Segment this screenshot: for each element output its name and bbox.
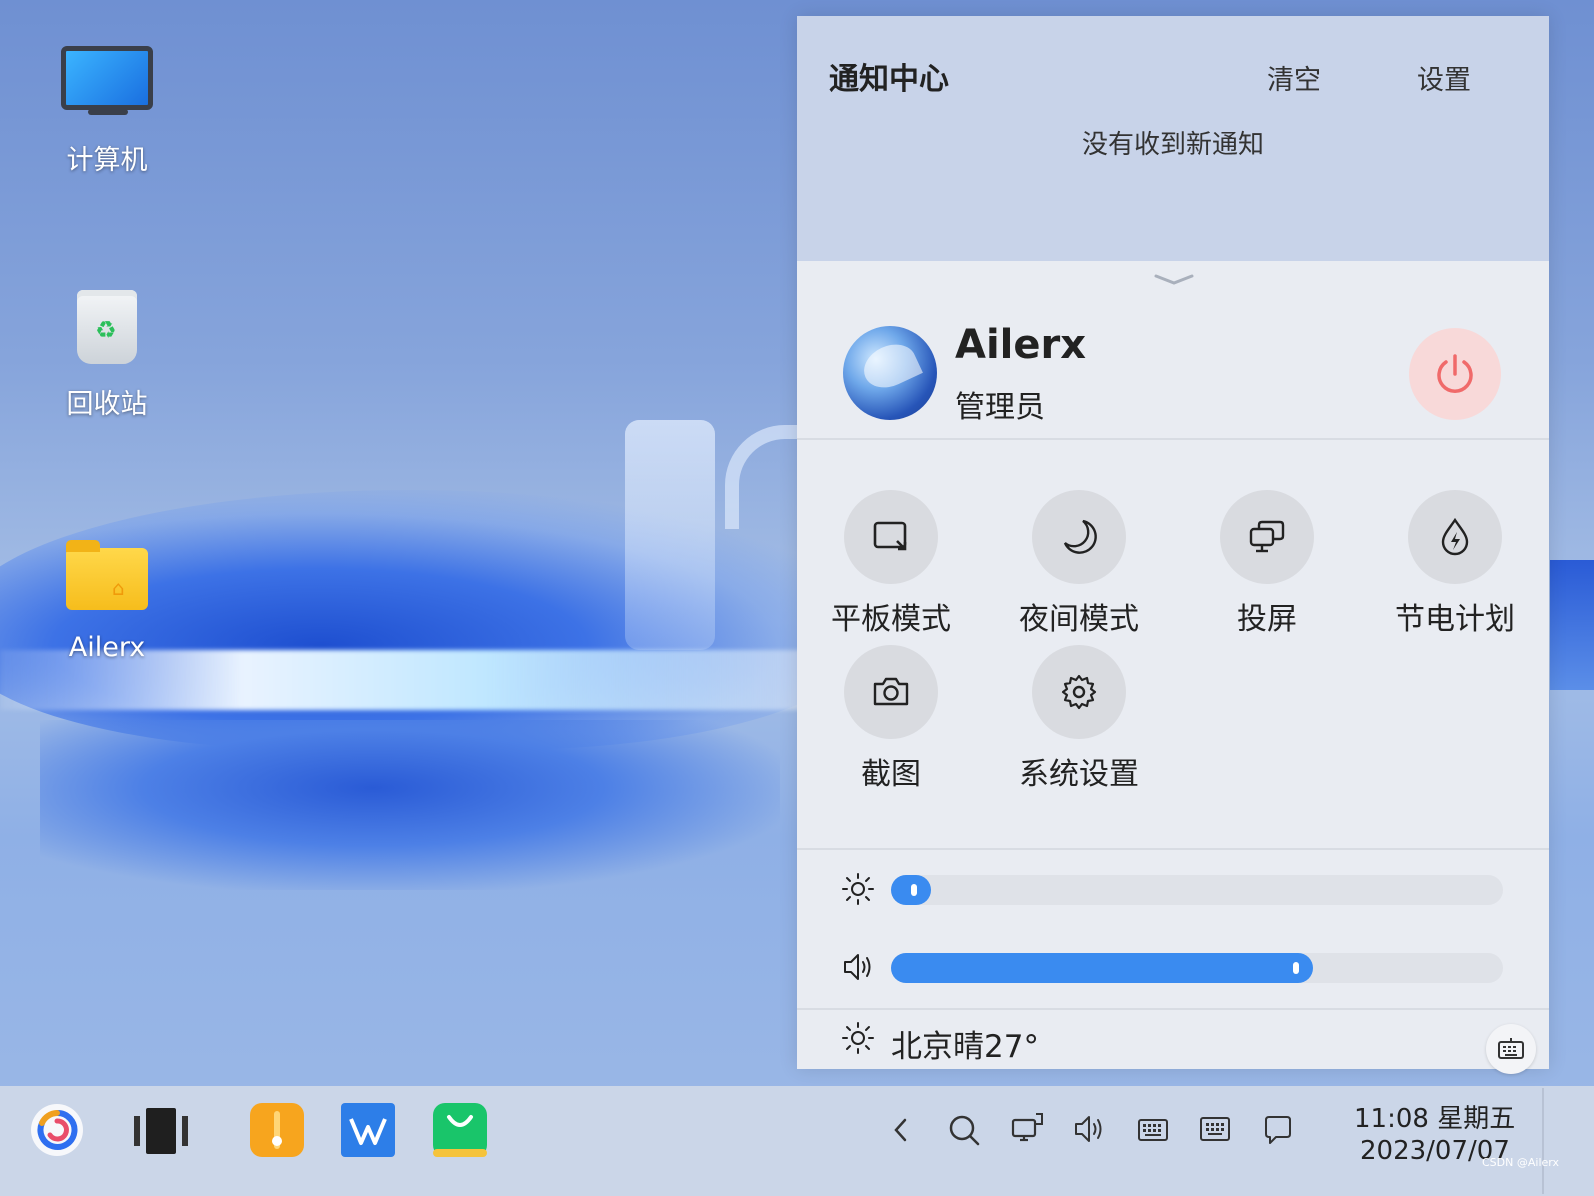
volume-slider[interactable]	[891, 953, 1503, 983]
weather-text: 北京晴27°	[891, 1029, 1039, 1065]
search-icon[interactable]	[946, 1112, 982, 1148]
desktop-icon-label: 计算机	[66, 145, 148, 176]
keyboard-icon	[1498, 1038, 1524, 1059]
tile-label: 平板模式	[831, 602, 951, 637]
quick-settings-grid: 平板模式 夜间模式 投屏 节电计划 截图 系统设置	[797, 456, 1549, 846]
tile-button[interactable]	[1408, 490, 1502, 584]
wallpaper-glass-shape	[625, 420, 715, 650]
avatar[interactable]	[843, 326, 937, 420]
power-button[interactable]	[1409, 328, 1501, 420]
slider-section	[797, 848, 1549, 1010]
desktop-icon-home-folder[interactable]: ⌂ Ailerx	[47, 540, 167, 663]
brightness-slider-handle[interactable]	[911, 884, 917, 896]
taskbar-app-store[interactable]	[433, 1103, 487, 1161]
tile-power-saving[interactable]: 节电计划	[1361, 490, 1549, 638]
tile-button[interactable]	[844, 490, 938, 584]
start-menu-button[interactable]	[30, 1103, 84, 1161]
brightness-icon	[842, 873, 874, 905]
desktop-icon-label: 回收站	[66, 389, 148, 420]
volume-slider-handle[interactable]	[1293, 962, 1299, 974]
start-menu-icon	[31, 1104, 83, 1156]
keyboard-icon[interactable]	[1199, 1114, 1231, 1144]
night-mode-icon	[1063, 519, 1097, 554]
desktop-icon-label: Ailerx	[68, 632, 146, 663]
clear-notifications-button[interactable]: 清空	[1267, 58, 1321, 97]
volume-row	[841, 950, 1511, 984]
power-icon	[1437, 354, 1473, 393]
desktop-icon-computer[interactable]: 计算机	[47, 46, 167, 177]
tile-screenshot[interactable]: 截图	[797, 645, 985, 793]
wallpaper-reflection	[40, 720, 780, 890]
tile-button[interactable]	[1032, 645, 1126, 739]
tile-night-mode[interactable]: 夜间模式	[985, 490, 1173, 638]
watermark: CSDN @Ailerx	[1482, 1156, 1559, 1169]
virtual-keyboard-button[interactable]	[1486, 1024, 1536, 1074]
settings-gear-icon	[1061, 674, 1097, 710]
notification-icon[interactable]	[1262, 1114, 1294, 1146]
user-role: 管理员	[955, 390, 1045, 425]
volume-icon	[844, 954, 871, 980]
collapse-chevron-icon[interactable]	[1154, 274, 1194, 286]
tile-label: 节电计划	[1395, 602, 1515, 637]
tile-button[interactable]	[1032, 490, 1126, 584]
tile-label: 投屏	[1237, 602, 1297, 637]
tile-label: 截图	[861, 757, 921, 792]
input-method-icon[interactable]	[1137, 1116, 1169, 1144]
volume-icon[interactable]	[1072, 1112, 1108, 1146]
multitask-view-icon	[134, 1108, 188, 1154]
tile-button[interactable]	[1220, 490, 1314, 584]
empty-notifications-message: 没有收到新通知	[1081, 130, 1264, 160]
taskbar-app-file-manager[interactable]	[250, 1103, 304, 1161]
chevron-left-icon[interactable]	[890, 1116, 912, 1144]
tile-button[interactable]	[844, 645, 938, 739]
network-icon[interactable]	[1010, 1110, 1046, 1148]
tile-label: 夜间模式	[1019, 602, 1139, 637]
show-desktop-divider[interactable]	[1542, 1088, 1544, 1194]
sidebar-panel: 通知中心 清空 设置 没有收到新通知 Ailerx 管理员 平板模式 夜间模式 …	[797, 16, 1549, 1074]
trash-icon: ♻	[77, 290, 137, 364]
home-folder-icon: ⌂	[66, 540, 148, 610]
power-saving-icon	[1441, 517, 1469, 556]
user-name: Ailerx	[955, 322, 1087, 368]
multitask-view-button[interactable]	[134, 1108, 188, 1158]
tile-system-settings[interactable]: 系统设置	[985, 645, 1173, 793]
brightness-slider[interactable]	[891, 875, 1503, 905]
app-store-icon	[433, 1103, 487, 1157]
screenshot-icon	[873, 677, 909, 706]
tile-tablet-mode[interactable]: 平板模式	[797, 490, 985, 638]
wallpaper-edge	[1550, 560, 1594, 690]
taskbar-app-wps[interactable]	[341, 1103, 395, 1161]
wps-office-icon	[341, 1103, 395, 1157]
user-card: Ailerx 管理员	[797, 298, 1549, 440]
sun-icon	[842, 1022, 874, 1054]
notification-center-title: 通知中心	[829, 62, 949, 97]
desktop-icon-trash[interactable]: ♻ 回收站	[47, 290, 167, 421]
brightness-row	[841, 872, 1511, 906]
tile-screen-cast[interactable]: 投屏	[1173, 490, 1361, 638]
computer-icon	[61, 46, 153, 115]
clock-time[interactable]: 11:08 星期五	[1354, 1098, 1515, 1135]
tile-label: 系统设置	[1019, 757, 1139, 792]
notification-center: 通知中心 清空 设置 没有收到新通知	[797, 16, 1549, 261]
volume-slider-fill	[891, 953, 1313, 983]
screen-cast-icon	[1249, 520, 1285, 553]
notification-settings-button[interactable]: 设置	[1417, 58, 1471, 97]
file-manager-icon	[250, 1103, 304, 1157]
tablet-mode-icon	[873, 521, 907, 551]
